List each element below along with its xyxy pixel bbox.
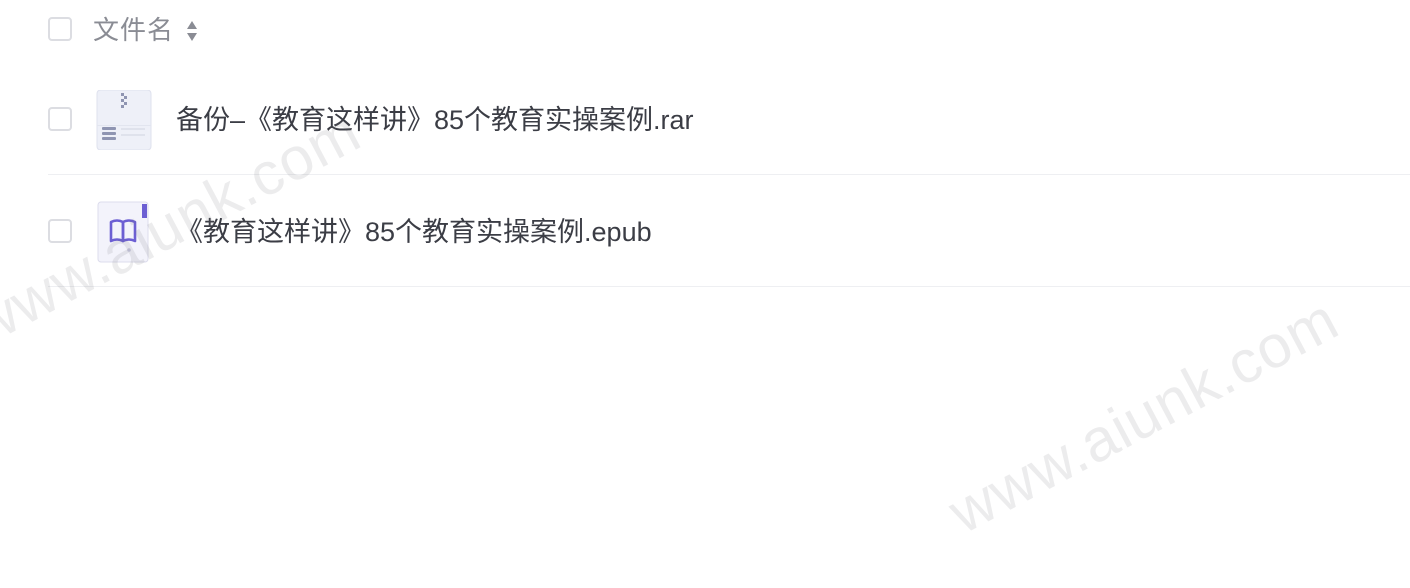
- file-name[interactable]: 《教育这样讲》85个教育实操案例.epub: [176, 214, 652, 250]
- file-name[interactable]: 备份–《教育这样讲》85个教育实操案例.rar: [176, 102, 694, 138]
- row-divider: [48, 174, 1410, 175]
- column-header-filename[interactable]: 文件名: [93, 13, 174, 47]
- file-list-page: 文件名 备份–《教育这样讲》85个教育实操案例.rar 《教育这样讲》85个教育…: [0, 0, 1410, 588]
- sort-icon[interactable]: [185, 19, 199, 43]
- archive-file-icon: [96, 90, 152, 150]
- select-all-checkbox[interactable]: [48, 17, 72, 41]
- row-checkbox[interactable]: [48, 107, 72, 131]
- watermark-text: www.aiunk.com: [938, 285, 1350, 547]
- epub-book-icon: [97, 201, 149, 263]
- row-checkbox[interactable]: [48, 219, 72, 243]
- row-divider: [48, 286, 1410, 287]
